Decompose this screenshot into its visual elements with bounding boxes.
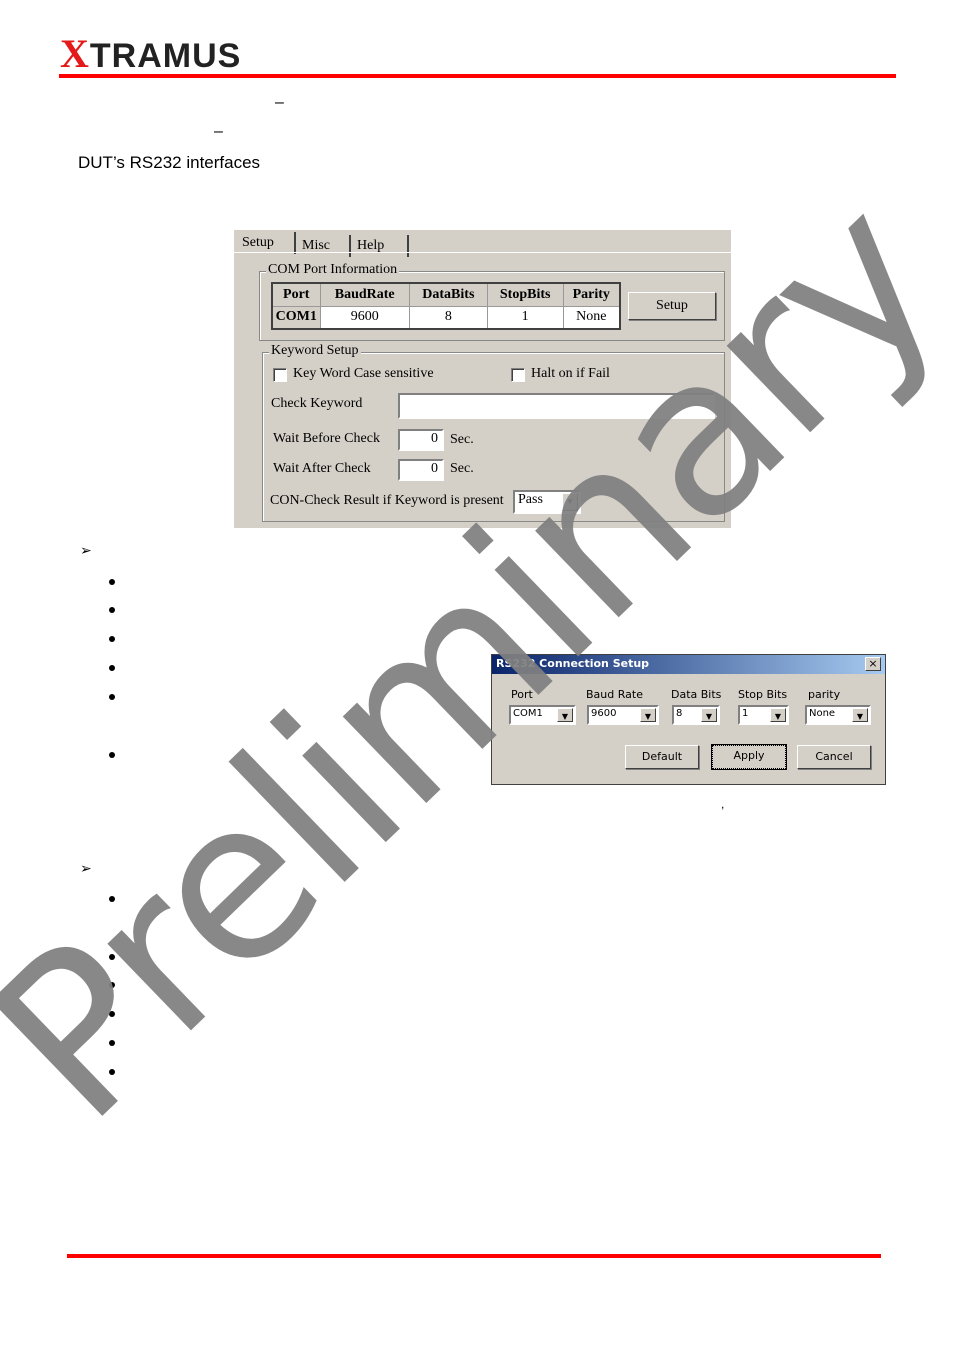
- table-row[interactable]: COM1 9600 8 1 None: [271, 305, 621, 330]
- keyword-setup-group: Keyword Setup Key Word Case sensitive Ha…: [262, 343, 725, 522]
- wait-after-unit: Sec.: [450, 461, 474, 476]
- col-port: Port: [271, 282, 321, 307]
- wait-after-input[interactable]: 0: [398, 459, 444, 481]
- wait-before-input[interactable]: 0: [398, 429, 444, 451]
- data-bits-label: Data Bits: [671, 688, 722, 701]
- port-value: COM1: [513, 708, 543, 719]
- result-value: Pass: [518, 492, 543, 507]
- stop-bits-value: 1: [742, 708, 749, 719]
- keyword-group-label: Keyword Setup: [269, 343, 361, 359]
- bullet-icon: [109, 896, 115, 902]
- bullet-icon: [109, 752, 115, 758]
- bullet-icon: [109, 1011, 115, 1017]
- stop-bits-select[interactable]: 1 ▼: [738, 705, 789, 725]
- cell-baudrate: 9600: [319, 305, 410, 330]
- col-stopbits: StopBits: [486, 282, 564, 307]
- parity-select[interactable]: None ▼: [805, 705, 871, 725]
- rs232-connection-dialog: RS232 Connection Setup × Port Baud Rate …: [491, 654, 886, 785]
- check-keyword-label: Check Keyword: [271, 396, 363, 411]
- data-bits-value: 8: [676, 708, 683, 719]
- bullet-icon: [109, 1069, 115, 1075]
- col-baudrate: BaudRate: [319, 282, 410, 307]
- chevron-down-icon[interactable]: ▼: [701, 708, 717, 722]
- cell-databits: 8: [408, 305, 488, 330]
- wait-before-label: Wait Before Check: [273, 431, 380, 446]
- col-parity: Parity: [562, 282, 621, 307]
- halt-on-fail-label: Halt on if Fail: [531, 366, 610, 381]
- bullet-icon: [109, 982, 115, 988]
- parity-value: None: [809, 708, 836, 719]
- default-button[interactable]: Default: [625, 745, 699, 769]
- wait-after-label: Wait After Check: [273, 461, 371, 476]
- intro-dash-2: –: [214, 123, 223, 140]
- footer-rule: [67, 1254, 881, 1258]
- bullet-icon: [109, 579, 115, 585]
- tab-misc[interactable]: Misc: [296, 235, 351, 257]
- xtramus-logo: XTRAMUS: [60, 30, 241, 77]
- table-header: Port BaudRate DataBits StopBits Parity: [271, 282, 621, 307]
- logo-text: TRAMUS: [89, 37, 242, 75]
- stray-comma: ,: [721, 797, 725, 811]
- setup-panel: Setup Misc Help COM Port Information Por…: [234, 230, 731, 528]
- setup-button[interactable]: Setup: [628, 292, 716, 320]
- tab-divider: [234, 252, 731, 253]
- check-keyword-input[interactable]: [398, 393, 715, 419]
- header-rule: [59, 74, 896, 78]
- bullet-icon: [109, 694, 115, 700]
- result-select[interactable]: Pass ▼: [513, 490, 581, 514]
- apply-button[interactable]: Apply: [711, 744, 787, 770]
- cell-parity: None: [562, 305, 621, 330]
- arrow-bullet-icon: ➢: [80, 860, 92, 876]
- tab-help[interactable]: Help: [351, 235, 409, 257]
- intro-dash-1: –: [275, 94, 284, 111]
- com-group-label: COM Port Information: [266, 262, 400, 278]
- cancel-button[interactable]: Cancel: [797, 745, 871, 769]
- dialog-title: RS232 Connection Setup: [496, 657, 650, 670]
- bullet-icon: [109, 665, 115, 671]
- parity-label: parity: [808, 688, 841, 701]
- cell-port: COM1: [271, 305, 321, 330]
- col-databits: DataBits: [408, 282, 488, 307]
- tab-setup[interactable]: Setup: [236, 232, 296, 254]
- chevron-down-icon[interactable]: ▼: [770, 708, 786, 722]
- baud-rate-label: Baud Rate: [586, 688, 643, 701]
- dialog-title-bar: RS232 Connection Setup: [492, 655, 885, 674]
- com-port-table: Port BaudRate DataBits StopBits Parity C…: [271, 282, 621, 330]
- case-sensitive-label: Key Word Case sensitive: [293, 366, 434, 381]
- chevron-down-icon[interactable]: ▼: [562, 493, 578, 511]
- baud-rate-value: 9600: [591, 708, 617, 719]
- result-label: CON-Check Result if Keyword is present: [270, 493, 504, 508]
- bullet-icon: [109, 1040, 115, 1046]
- arrow-bullet-icon: ➢: [80, 542, 92, 558]
- data-bits-select[interactable]: 8 ▼: [672, 705, 720, 725]
- case-sensitive-checkbox[interactable]: [273, 368, 287, 382]
- close-icon[interactable]: ×: [865, 657, 881, 671]
- cell-stopbits: 1: [486, 305, 564, 330]
- bullet-icon: [109, 954, 115, 960]
- bullet-icon: [109, 636, 115, 642]
- port-label: Port: [511, 688, 533, 701]
- chevron-down-icon[interactable]: ▼: [852, 708, 868, 722]
- wait-before-unit: Sec.: [450, 432, 474, 447]
- intro-text: DUT’s RS232 interfaces: [78, 153, 261, 172]
- halt-on-fail-checkbox[interactable]: [511, 368, 525, 382]
- stop-bits-label: Stop Bits: [738, 688, 788, 701]
- bullet-icon: [109, 607, 115, 613]
- com-port-group: COM Port Information Port BaudRate DataB…: [259, 262, 725, 341]
- chevron-down-icon[interactable]: ▼: [640, 708, 656, 722]
- port-select[interactable]: COM1 ▼: [509, 705, 576, 725]
- baud-rate-select[interactable]: 9600 ▼: [587, 705, 659, 725]
- logo-x: X: [60, 31, 90, 76]
- chevron-down-icon[interactable]: ▼: [557, 708, 573, 722]
